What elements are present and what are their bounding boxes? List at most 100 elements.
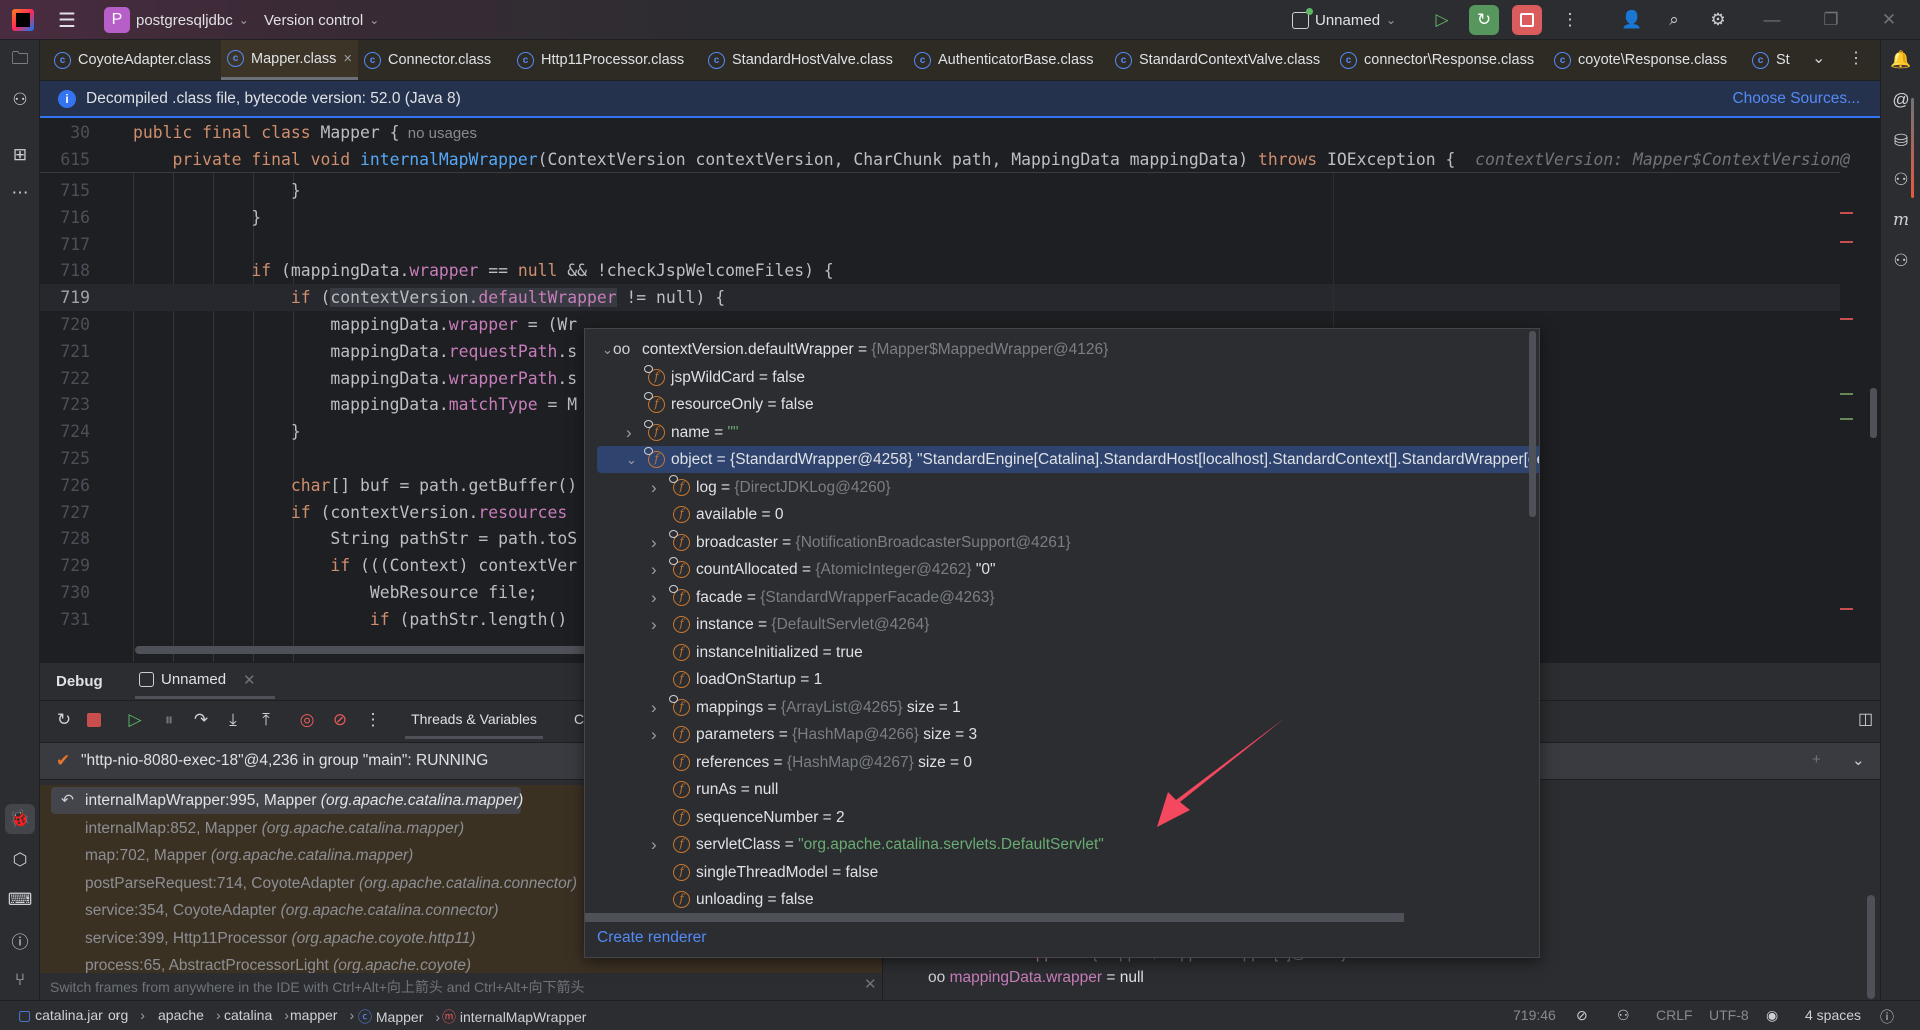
tab-standardhostvalve-class[interactable]: c StandardHostValve.class	[702, 40, 899, 80]
stack-frame[interactable]: map:702, Mapper (org.apache.catalina.map…	[85, 842, 413, 869]
tab-standardcontextvalve-class[interactable]: c StandardContextValve.class	[1109, 40, 1326, 80]
resume-icon[interactable]: ▷	[122, 707, 148, 733]
git-icon[interactable]: ⑂	[5, 965, 35, 995]
search-icon[interactable]: ⌕	[1659, 5, 1689, 35]
resume-icon[interactable]: ▷	[1427, 5, 1457, 35]
stack-frame[interactable]: service:399, Http11Processor (org.apache…	[85, 925, 476, 952]
variable-tree-row[interactable]: f runAs = null	[585, 776, 1539, 803]
variable-tree-row[interactable]: › f broadcaster = {NotificationBroadcaster…	[585, 529, 1539, 556]
variable-tree-row[interactable]: › f servletClass = "org.apache.catalina.se…	[585, 831, 1539, 858]
close-icon[interactable]: ✕	[243, 671, 256, 689]
chevron-right-icon[interactable]: ›	[651, 584, 657, 611]
step-over-icon[interactable]: ↷	[188, 707, 214, 733]
variable-tree-row[interactable]: › f log = {DirectJDKLog@4260}	[585, 474, 1539, 501]
structure-icon[interactable]: ⊞	[5, 140, 35, 170]
chevron-right-icon[interactable]: ›	[651, 611, 657, 638]
variable-tree-row[interactable]: f singleThreadModel = false	[585, 859, 1539, 886]
tab-threads-variables[interactable]: Threads & Variables	[405, 701, 543, 739]
no-ai-icon[interactable]: ⊘	[1576, 1007, 1588, 1024]
step-out-icon[interactable]: ⤒	[253, 707, 279, 733]
project-selector[interactable]: P postgresqljdbc ⌄	[104, 0, 249, 40]
variable-tree-row[interactable]: f unloading = false	[585, 886, 1539, 913]
add-watch-icon[interactable]: +	[1812, 751, 1821, 768]
tab-coyoteadapter-class[interactable]: c CoyoteAdapter.class	[48, 40, 217, 80]
variable-tree-row[interactable]: f available = 0	[585, 501, 1539, 528]
breadcrumb-item[interactable]: mapper ›	[290, 1007, 354, 1023]
variable-tree-row[interactable]: › f mappings = {ArrayList@4265} size = 1	[585, 694, 1539, 721]
variable-tree-row[interactable]: f resourceOnly = false	[585, 391, 1539, 418]
eye-icon[interactable]: ◉	[1766, 1007, 1778, 1024]
variable-tree-row[interactable]: f instanceInitialized = true	[585, 639, 1539, 666]
mute-breakpoints-icon[interactable]: ⊘	[327, 707, 353, 733]
chevron-right-icon[interactable]: ›	[651, 831, 657, 858]
chevron-right-icon[interactable]: ›	[651, 556, 657, 583]
settings-icon[interactable]: ⚙	[1703, 5, 1733, 35]
main-menu-icon[interactable]: ☰	[58, 0, 76, 40]
view-breakpoints-icon[interactable]: ◎	[294, 707, 320, 733]
tab-connector-class[interactable]: c Connector.class	[358, 40, 497, 80]
layout-icon[interactable]: ◫	[1858, 709, 1873, 729]
variables-scrollbar[interactable]	[1867, 895, 1875, 999]
variable-row[interactable]: oo mappingData.wrapper = null	[928, 969, 1144, 987]
add-user-icon[interactable]: 👤	[1617, 5, 1647, 35]
maven-icon[interactable]: m	[1886, 205, 1916, 235]
plugin-tool-icon[interactable]: ⚇	[1886, 246, 1916, 276]
chevron-down-icon[interactable]: ⌄	[626, 446, 637, 473]
tab-console[interactable]: C	[574, 701, 584, 739]
tab-coyote-response-class[interactable]: c coyote\Response.class	[1548, 40, 1733, 80]
vcs-selector[interactable]: Version control ⌄	[264, 0, 379, 40]
chevron-right-icon[interactable]: ›	[651, 474, 657, 501]
variable-tree-row[interactable]: › f parameters = {HashMap@4266} size = 3	[585, 721, 1539, 748]
editor-horizontal-scrollbar[interactable]	[135, 646, 635, 654]
popup-vertical-scrollbar[interactable]	[1529, 331, 1536, 517]
more-icon[interactable]: ⋮	[1555, 5, 1585, 35]
breadcrumb-item[interactable]: apache ›	[158, 1007, 221, 1023]
terminal-icon[interactable]: ⌨	[5, 885, 35, 915]
close-hint-icon[interactable]: ✕	[864, 975, 877, 993]
stack-frame[interactable]: ↶ internalMapWrapper:995, Mapper (org.apa…	[51, 787, 523, 814]
copilot-status-icon[interactable]: ⚇	[1617, 1007, 1630, 1024]
run-config-selector[interactable]: Unnamed ⌄	[1292, 0, 1396, 40]
plugins-icon[interactable]: ⚇	[5, 85, 35, 115]
choose-sources-link[interactable]: Choose Sources...	[1732, 90, 1860, 108]
tabs-dropdown-chevron-icon[interactable]: ⌄	[1812, 48, 1825, 68]
stack-frame[interactable]: postParseRequest:714, CoyoteAdapter (org…	[85, 870, 577, 897]
variable-tree-row[interactable]: ⌄ f object = {StandardWrapper@4258} "Stand…	[597, 446, 1539, 473]
session-tab-unnamed[interactable]: Unnamed ✕	[135, 663, 275, 699]
warning-icon[interactable]: ⓘ	[1880, 1007, 1894, 1027]
chevron-down-icon[interactable]: ⌄	[1852, 751, 1865, 769]
breadcrumb-item[interactable]: ▢ catalina.jar ›	[18, 1007, 120, 1024]
more-icon[interactable]: ⋮	[360, 707, 386, 733]
variable-tree-row[interactable]: f references = {HashMap@4267} size = 0	[585, 749, 1539, 776]
tab-mapper-class[interactable]: c Mapper.class ×	[221, 40, 358, 80]
stack-frame[interactable]: internalMap:852, Mapper (org.apache.cata…	[85, 815, 464, 842]
variable-tree-row[interactable]: › f name = ""	[585, 419, 1539, 446]
services-icon[interactable]: ⬡	[5, 845, 35, 875]
pause-icon[interactable]: ⏸	[156, 707, 182, 733]
variable-tree-row[interactable]: › f facade = {StandardWrapperFacade@4263}	[585, 584, 1539, 611]
indent-setting[interactable]: 4 spaces	[1805, 1007, 1861, 1023]
breadcrumb-item[interactable]: catalina ›	[224, 1007, 289, 1023]
stack-frame[interactable]: service:354, CoyoteAdapter (org.apache.c…	[85, 897, 499, 924]
breadcrumb-item[interactable]: ⓒ Mapper ›	[358, 1007, 440, 1027]
caret-position[interactable]: 719:46	[1513, 1007, 1556, 1023]
project-folder-icon[interactable]: 🗀	[5, 45, 35, 75]
variable-tree-row[interactable]: ⌄ oo contextVersion.defaultWrapper = {Mapp…	[585, 336, 1539, 363]
stop-button[interactable]	[1512, 5, 1542, 35]
file-encoding[interactable]: UTF-8	[1709, 1007, 1749, 1023]
stack-frame[interactable]: process:65, AbstractProcessorLight (org.…	[85, 952, 471, 973]
notifications-bell-icon[interactable]: 🔔	[1886, 45, 1916, 75]
chevron-right-icon[interactable]: ›	[651, 529, 657, 556]
stop-icon[interactable]	[81, 707, 107, 733]
line-separator[interactable]: CRLF	[1656, 1007, 1693, 1023]
more-tools-icon[interactable]: ⋯	[5, 178, 35, 208]
rerun-debug-button[interactable]: ↻	[1469, 5, 1499, 35]
create-renderer-link[interactable]: Create renderer	[597, 929, 706, 947]
debug-tool-icon[interactable]: 🐞	[5, 804, 35, 834]
variable-tree-row[interactable]: f sequenceNumber = 2	[585, 804, 1539, 831]
variable-tree-row[interactable]: › f countAllocated = {AtomicInteger@4262} …	[585, 556, 1539, 583]
step-into-icon[interactable]: ⤓	[220, 707, 246, 733]
problems-icon[interactable]: ⓘ	[5, 925, 35, 955]
rerun-icon[interactable]: ↻	[51, 707, 77, 733]
variable-tree-row[interactable]: f jspWildCard = false	[585, 364, 1539, 391]
